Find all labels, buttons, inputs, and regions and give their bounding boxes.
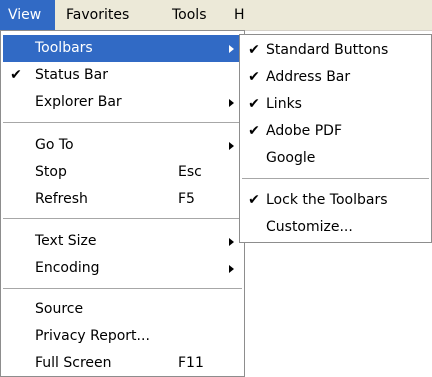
menu-item-label: Standard Buttons: [266, 42, 389, 58]
check-icon: ✔: [248, 96, 260, 112]
check-icon: ✔: [248, 42, 260, 58]
menu-item-toolbars[interactable]: Toolbars: [3, 35, 242, 62]
submenu-arrow-icon: [229, 265, 234, 273]
submenu-item-lock-toolbars[interactable]: ✔ Lock the Toolbars: [242, 187, 429, 214]
menu-separator: [3, 218, 242, 220]
menu-item-label: Links: [266, 96, 302, 112]
menu-item-text-size[interactable]: Text Size: [3, 228, 242, 255]
view-menu: Toolbars ✔ Status Bar Explorer Bar Go To…: [0, 30, 245, 377]
menu-item-label: Lock the Toolbars: [266, 192, 388, 208]
menu-item-label: Encoding: [35, 260, 100, 276]
menu-item-label: Address Bar: [266, 69, 351, 85]
menu-item-label: Stop: [35, 164, 67, 180]
menu-view[interactable]: View: [0, 0, 55, 30]
menu-item-explorer-bar[interactable]: Explorer Bar: [3, 89, 242, 116]
toolbars-submenu: ✔ Standard Buttons ✔ Address Bar ✔ Links…: [239, 34, 432, 243]
submenu-item-adobe-pdf[interactable]: ✔ Adobe PDF: [242, 118, 429, 145]
menu-item-label: Source: [35, 301, 84, 317]
menu-item-status-bar[interactable]: ✔ Status Bar: [3, 62, 242, 89]
menu-item-privacy-report[interactable]: Privacy Report...: [3, 323, 242, 350]
submenu-item-links[interactable]: ✔ Links: [242, 91, 429, 118]
menu-favorites[interactable]: Favorites: [58, 0, 137, 30]
menu-tools[interactable]: Tools: [164, 0, 215, 30]
submenu-arrow-icon: [229, 45, 234, 53]
submenu-arrow-icon: [229, 99, 234, 107]
menu-item-go-to[interactable]: Go To: [3, 132, 242, 159]
menu-item-label: Go To: [35, 137, 74, 153]
submenu-item-google[interactable]: Google: [242, 145, 429, 172]
menu-item-label: Text Size: [35, 233, 97, 249]
check-icon: ✔: [248, 123, 260, 139]
check-icon: ✔: [248, 192, 260, 208]
menu-item-source[interactable]: Source: [3, 296, 242, 323]
menu-item-label: Privacy Report...: [35, 328, 150, 344]
menu-item-label: Refresh: [35, 191, 88, 207]
menu-separator: [3, 122, 242, 124]
shortcut-label: Esc: [178, 164, 202, 180]
menu-bar: View Favorites Tools H: [0, 0, 432, 31]
shortcut-label: F11: [178, 355, 204, 371]
menu-item-label: Status Bar: [35, 67, 109, 83]
menu-item-refresh[interactable]: Refresh F5: [3, 186, 242, 213]
submenu-item-address-bar[interactable]: ✔ Address Bar: [242, 64, 429, 91]
check-icon: ✔: [10, 67, 22, 83]
menu-item-label: Toolbars: [35, 40, 93, 56]
submenu-item-customize[interactable]: Customize...: [242, 214, 429, 241]
menu-help[interactable]: H: [226, 0, 253, 30]
menu-separator: [242, 178, 429, 180]
menu-item-label: Adobe PDF: [266, 123, 343, 139]
menu-item-label: Google: [266, 150, 316, 166]
submenu-arrow-icon: [229, 238, 234, 246]
check-icon: ✔: [248, 69, 260, 85]
menu-item-encoding[interactable]: Encoding: [3, 255, 242, 282]
submenu-item-standard-buttons[interactable]: ✔ Standard Buttons: [242, 37, 429, 64]
menu-item-label: Explorer Bar: [35, 94, 122, 110]
menu-item-label: Customize...: [266, 219, 353, 235]
menu-item-stop[interactable]: Stop Esc: [3, 159, 242, 186]
menu-item-label: Full Screen: [35, 355, 112, 371]
menu-separator: [3, 288, 242, 290]
submenu-arrow-icon: [229, 142, 234, 150]
shortcut-label: F5: [178, 191, 195, 207]
menu-item-full-screen[interactable]: Full Screen F11: [3, 350, 242, 377]
